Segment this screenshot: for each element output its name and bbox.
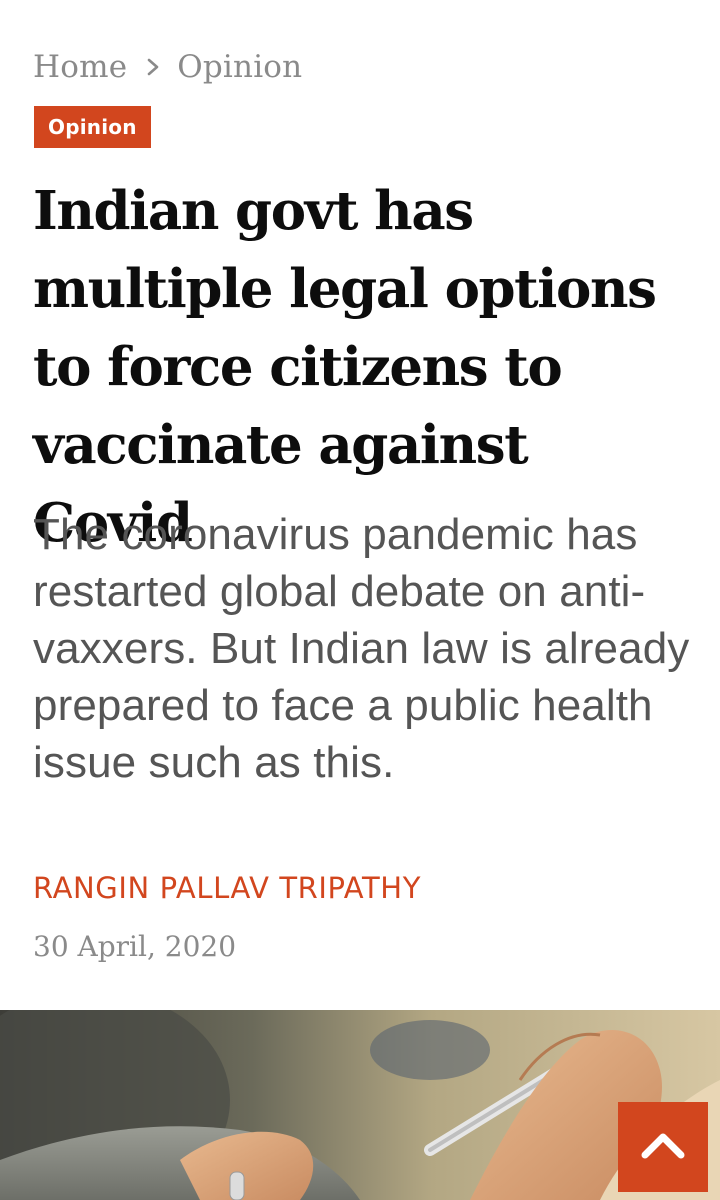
- hero-image: [0, 1010, 720, 1200]
- category-badge[interactable]: Opinion: [34, 106, 151, 148]
- breadcrumb-home-link[interactable]: Home: [33, 49, 127, 85]
- scroll-to-top-button[interactable]: [618, 1102, 708, 1192]
- chevron-right-icon: [143, 57, 163, 77]
- breadcrumb: Home Opinion: [33, 44, 302, 90]
- article-standfirst: The coronavirus pandemic has restarted g…: [33, 510, 690, 787]
- chevron-up-icon: [640, 1130, 686, 1164]
- breadcrumb-opinion-link[interactable]: Opinion: [177, 49, 302, 85]
- publish-date: 30 April, 2020: [33, 930, 237, 963]
- author-link[interactable]: RANGIN PALLAV TRIPATHY: [33, 866, 421, 910]
- article-headline: Indian govt has multiple legal options t…: [33, 180, 657, 554]
